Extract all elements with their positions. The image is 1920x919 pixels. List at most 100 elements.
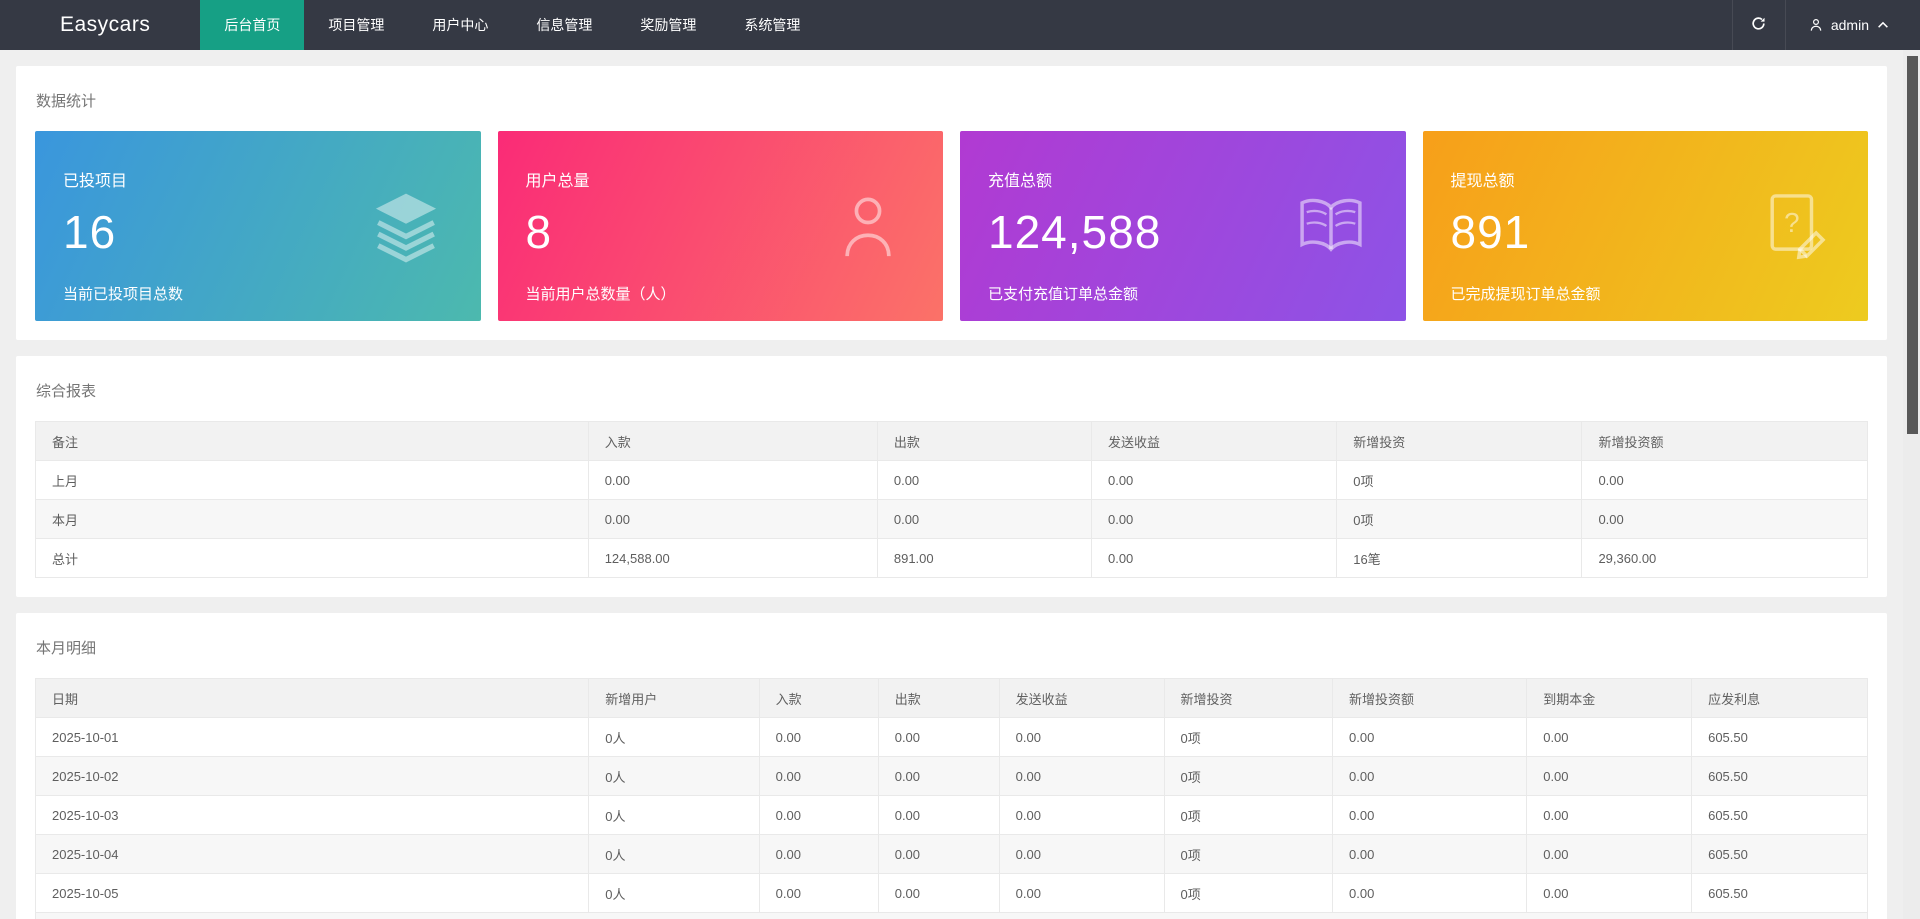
table-cell: 29,360.00 bbox=[1582, 539, 1868, 578]
table-cell: 0项 bbox=[1164, 796, 1333, 835]
month-detail-table: 日期新增用户入款出款发送收益新增投资新增投资额到期本金应发利息2025-10-0… bbox=[35, 678, 1868, 919]
column-header: 发送收益 bbox=[1091, 422, 1336, 461]
table-row-partial bbox=[36, 913, 1868, 919]
user-name: admin bbox=[1831, 17, 1869, 33]
table-cell: 0.00 bbox=[1333, 874, 1527, 913]
table-cell: 2025-10-02 bbox=[36, 757, 589, 796]
user-icon bbox=[1808, 17, 1824, 33]
table-row: 2025-10-020人0.000.000.000项0.000.00605.50 bbox=[36, 757, 1868, 796]
table-cell: 总计 bbox=[36, 539, 589, 578]
table-row: 本月0.000.000.000项0.00 bbox=[36, 500, 1868, 539]
table-cell: 0.00 bbox=[759, 835, 878, 874]
table-cell: 0.00 bbox=[999, 796, 1164, 835]
stats-panel: 数据统计 已投项目 16 当前已投项目总数 用户总量 8 当前用户总数量（人） bbox=[16, 66, 1887, 340]
table-cell: 2025-10-04 bbox=[36, 835, 589, 874]
table-cell: 0.00 bbox=[1527, 796, 1692, 835]
column-header: 新增用户 bbox=[589, 679, 759, 718]
table-cell: 0.00 bbox=[877, 500, 1091, 539]
table-cell: 0.00 bbox=[759, 757, 878, 796]
table-cell: 0.00 bbox=[1333, 835, 1527, 874]
stat-card-subtitle: 当前用户总数量（人） bbox=[526, 283, 916, 304]
table-row: 2025-10-050人0.000.000.000项0.000.00605.50 bbox=[36, 874, 1868, 913]
table-cell: 0人 bbox=[589, 874, 759, 913]
refresh-button[interactable] bbox=[1732, 0, 1786, 50]
column-header: 发送收益 bbox=[999, 679, 1164, 718]
user-menu[interactable]: admin bbox=[1786, 0, 1920, 50]
column-header: 新增投资额 bbox=[1582, 422, 1868, 461]
stat-card: 充值总额 124,588 已支付充值订单总金额 bbox=[960, 131, 1406, 321]
chevron-up-icon bbox=[1876, 18, 1890, 32]
stat-card-title: 已投项目 bbox=[63, 167, 453, 191]
stat-card-subtitle: 已完成提现订单总金额 bbox=[1451, 283, 1841, 304]
table-cell: 0.00 bbox=[877, 461, 1091, 500]
scrollbar-thumb[interactable] bbox=[1907, 56, 1918, 434]
table-cell: 0项 bbox=[1337, 500, 1582, 539]
table-cell: 0.00 bbox=[759, 796, 878, 835]
user-icon bbox=[831, 189, 905, 263]
column-header: 出款 bbox=[878, 679, 999, 718]
nav-item-5[interactable]: 系统管理 bbox=[720, 0, 824, 50]
scrollbar[interactable] bbox=[1903, 50, 1920, 919]
table-cell: 0.00 bbox=[1582, 500, 1868, 539]
table-cell: 0.00 bbox=[1527, 718, 1692, 757]
table-cell: 0.00 bbox=[878, 757, 999, 796]
stat-card: 提现总额 891 已完成提现订单总金额 ? bbox=[1423, 131, 1869, 321]
table-cell: 2025-10-01 bbox=[36, 718, 589, 757]
nav-item-2[interactable]: 用户中心 bbox=[408, 0, 512, 50]
table-cell: 605.50 bbox=[1692, 757, 1868, 796]
table-cell: 0项 bbox=[1164, 835, 1333, 874]
table-cell: 0.00 bbox=[1527, 874, 1692, 913]
table-cell: 0.00 bbox=[878, 796, 999, 835]
main-content: 数据统计 已投项目 16 当前已投项目总数 用户总量 8 当前用户总数量（人） bbox=[0, 66, 1903, 919]
nav-item-3[interactable]: 信息管理 bbox=[512, 0, 616, 50]
table-cell: 0项 bbox=[1164, 757, 1333, 796]
table-cell: 605.50 bbox=[1692, 874, 1868, 913]
table-cell: 0.00 bbox=[1091, 500, 1336, 539]
top-navbar: Easycars 后台首页项目管理用户中心信息管理奖励管理系统管理 admin bbox=[0, 0, 1920, 50]
table-cell: 891.00 bbox=[877, 539, 1091, 578]
table-cell: 2025-10-03 bbox=[36, 796, 589, 835]
table-cell: 0.00 bbox=[878, 718, 999, 757]
table-cell: 0.00 bbox=[999, 757, 1164, 796]
table-cell: 0.00 bbox=[588, 500, 877, 539]
stat-card-title: 提现总额 bbox=[1451, 167, 1841, 191]
table-row: 上月0.000.000.000项0.00 bbox=[36, 461, 1868, 500]
table-cell: 0.00 bbox=[1091, 461, 1336, 500]
column-header: 日期 bbox=[36, 679, 589, 718]
summary-report-table: 备注入款出款发送收益新增投资新增投资额上月0.000.000.000项0.00本… bbox=[35, 421, 1868, 578]
navbar-right: admin bbox=[1732, 0, 1920, 50]
nav-item-4[interactable]: 奖励管理 bbox=[616, 0, 720, 50]
table-cell: 0项 bbox=[1337, 461, 1582, 500]
month-detail-panel: 本月明细 日期新增用户入款出款发送收益新增投资新增投资额到期本金应发利息2025… bbox=[16, 613, 1887, 919]
table-cell: 0项 bbox=[1164, 718, 1333, 757]
table-cell: 0.00 bbox=[1527, 757, 1692, 796]
nav-item-1[interactable]: 项目管理 bbox=[304, 0, 408, 50]
summary-report-panel: 综合报表 备注入款出款发送收益新增投资新增投资额上月0.000.000.000项… bbox=[16, 356, 1887, 597]
stat-card: 用户总量 8 当前用户总数量（人） bbox=[498, 131, 944, 321]
table-cell: 0.00 bbox=[1333, 796, 1527, 835]
table-row: 2025-10-010人0.000.000.000项0.000.00605.50 bbox=[36, 718, 1868, 757]
stat-cards: 已投项目 16 当前已投项目总数 用户总量 8 当前用户总数量（人） bbox=[35, 131, 1868, 321]
column-header: 入款 bbox=[759, 679, 878, 718]
nav-item-0[interactable]: 后台首页 bbox=[200, 0, 304, 50]
column-header: 备注 bbox=[36, 422, 589, 461]
table-cell: 605.50 bbox=[1692, 796, 1868, 835]
table-cell: 本月 bbox=[36, 500, 589, 539]
table-row: 2025-10-040人0.000.000.000项0.000.00605.50 bbox=[36, 835, 1868, 874]
table-cell: 605.50 bbox=[1692, 718, 1868, 757]
column-header: 到期本金 bbox=[1527, 679, 1692, 718]
table-cell: 0.00 bbox=[1091, 539, 1336, 578]
brand-logo[interactable]: Easycars bbox=[60, 0, 150, 50]
table-cell: 0.00 bbox=[878, 874, 999, 913]
table-cell: 0人 bbox=[589, 757, 759, 796]
stat-card-title: 用户总量 bbox=[526, 167, 916, 191]
table-cell: 2025-10-05 bbox=[36, 874, 589, 913]
column-header: 新增投资额 bbox=[1333, 679, 1527, 718]
table-cell: 0.00 bbox=[878, 835, 999, 874]
column-header: 应发利息 bbox=[1692, 679, 1868, 718]
table-cell: 0.00 bbox=[999, 874, 1164, 913]
layers-icon bbox=[369, 189, 443, 263]
table-row: 总计124,588.00891.000.0016笔29,360.00 bbox=[36, 539, 1868, 578]
table-cell: 0.00 bbox=[999, 835, 1164, 874]
table-cell: 0.00 bbox=[1333, 757, 1527, 796]
